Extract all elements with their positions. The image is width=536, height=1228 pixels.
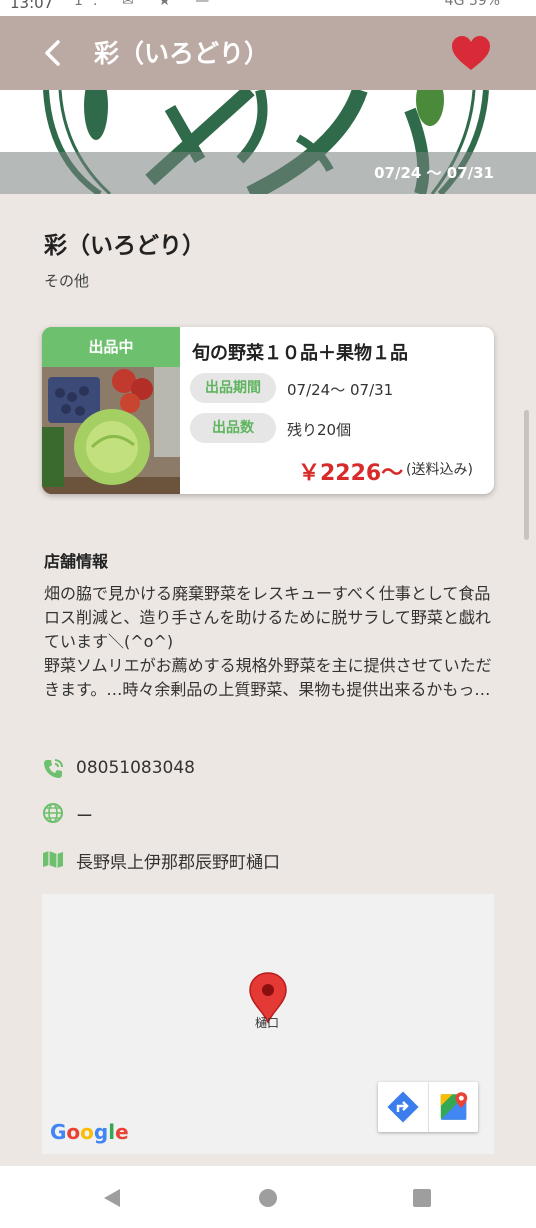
store-info-heading: 店舗情報	[44, 552, 109, 571]
phone-icon	[44, 759, 63, 778]
status-right: 4G 39%	[444, 0, 500, 9]
phone-number[interactable]: 08051083048	[76, 758, 195, 778]
directions-icon[interactable]	[378, 1082, 428, 1132]
google-logo: Google	[50, 1120, 129, 1144]
store-description: 畑の脇で見かける廃棄野菜をレスキューすべく仕事として食品ロス削減と、造り手さんを…	[44, 582, 496, 702]
listing-price: ￥2226〜	[298, 461, 404, 486]
listing-name: 旬の野菜１０品＋果物１品	[192, 343, 408, 364]
favorite-heart-icon[interactable]	[450, 34, 492, 72]
shop-name: 彩（いろどり）	[44, 233, 205, 259]
map-icon	[43, 851, 63, 868]
notification-icons: 1: ✉ ★ —	[74, 0, 220, 9]
page-title: 彩（いろどり）	[94, 39, 270, 68]
count-label-pill: 出品数	[190, 413, 276, 443]
globe-icon	[43, 803, 63, 823]
status-badge: 出品中	[42, 327, 180, 367]
store-description-text: 畑の脇で見かける廃棄野菜をレスキューすべく仕事として食品ロス削減と、造り手さんを…	[44, 584, 492, 699]
period-label-pill: 出品期間	[190, 373, 276, 403]
google-maps-icon[interactable]	[428, 1082, 478, 1132]
shipping-note: (送料込み)	[406, 462, 473, 478]
system-nav-bar	[0, 1166, 536, 1228]
listing-card[interactable]: 出品中 旬の野菜１０品＋果物１品 出品期間 07/24〜 07/31 出品数 残…	[42, 327, 494, 494]
nav-home-icon[interactable]	[256, 1186, 280, 1210]
location-map[interactable]: 樋口 Google	[42, 894, 494, 1154]
address-value: 長野県上伊那郡辰野町樋口	[76, 853, 280, 873]
map-pin-label: 樋口	[255, 1016, 280, 1030]
count-value: 残り20個	[287, 421, 352, 439]
nav-recent-apps-icon[interactable]	[410, 1186, 434, 1210]
back-arrow-icon[interactable]	[36, 36, 70, 70]
hero-period: 07/24 〜 07/31	[374, 164, 494, 182]
map-toolbar	[378, 1082, 478, 1132]
status-time: 13:07	[10, 0, 54, 12]
shop-category: その他	[44, 272, 90, 290]
shop-hero-image: 07/24 〜 07/31	[0, 90, 536, 194]
scrollbar[interactable]	[524, 410, 529, 540]
app-bar: 彩（いろどり）	[0, 16, 536, 90]
period-value: 07/24〜 07/31	[287, 381, 394, 399]
nav-back-icon[interactable]	[100, 1186, 124, 1210]
website-value: ー	[76, 807, 93, 827]
status-bar: 13:07 1: ✉ ★ — 4G 39%	[0, 0, 536, 16]
